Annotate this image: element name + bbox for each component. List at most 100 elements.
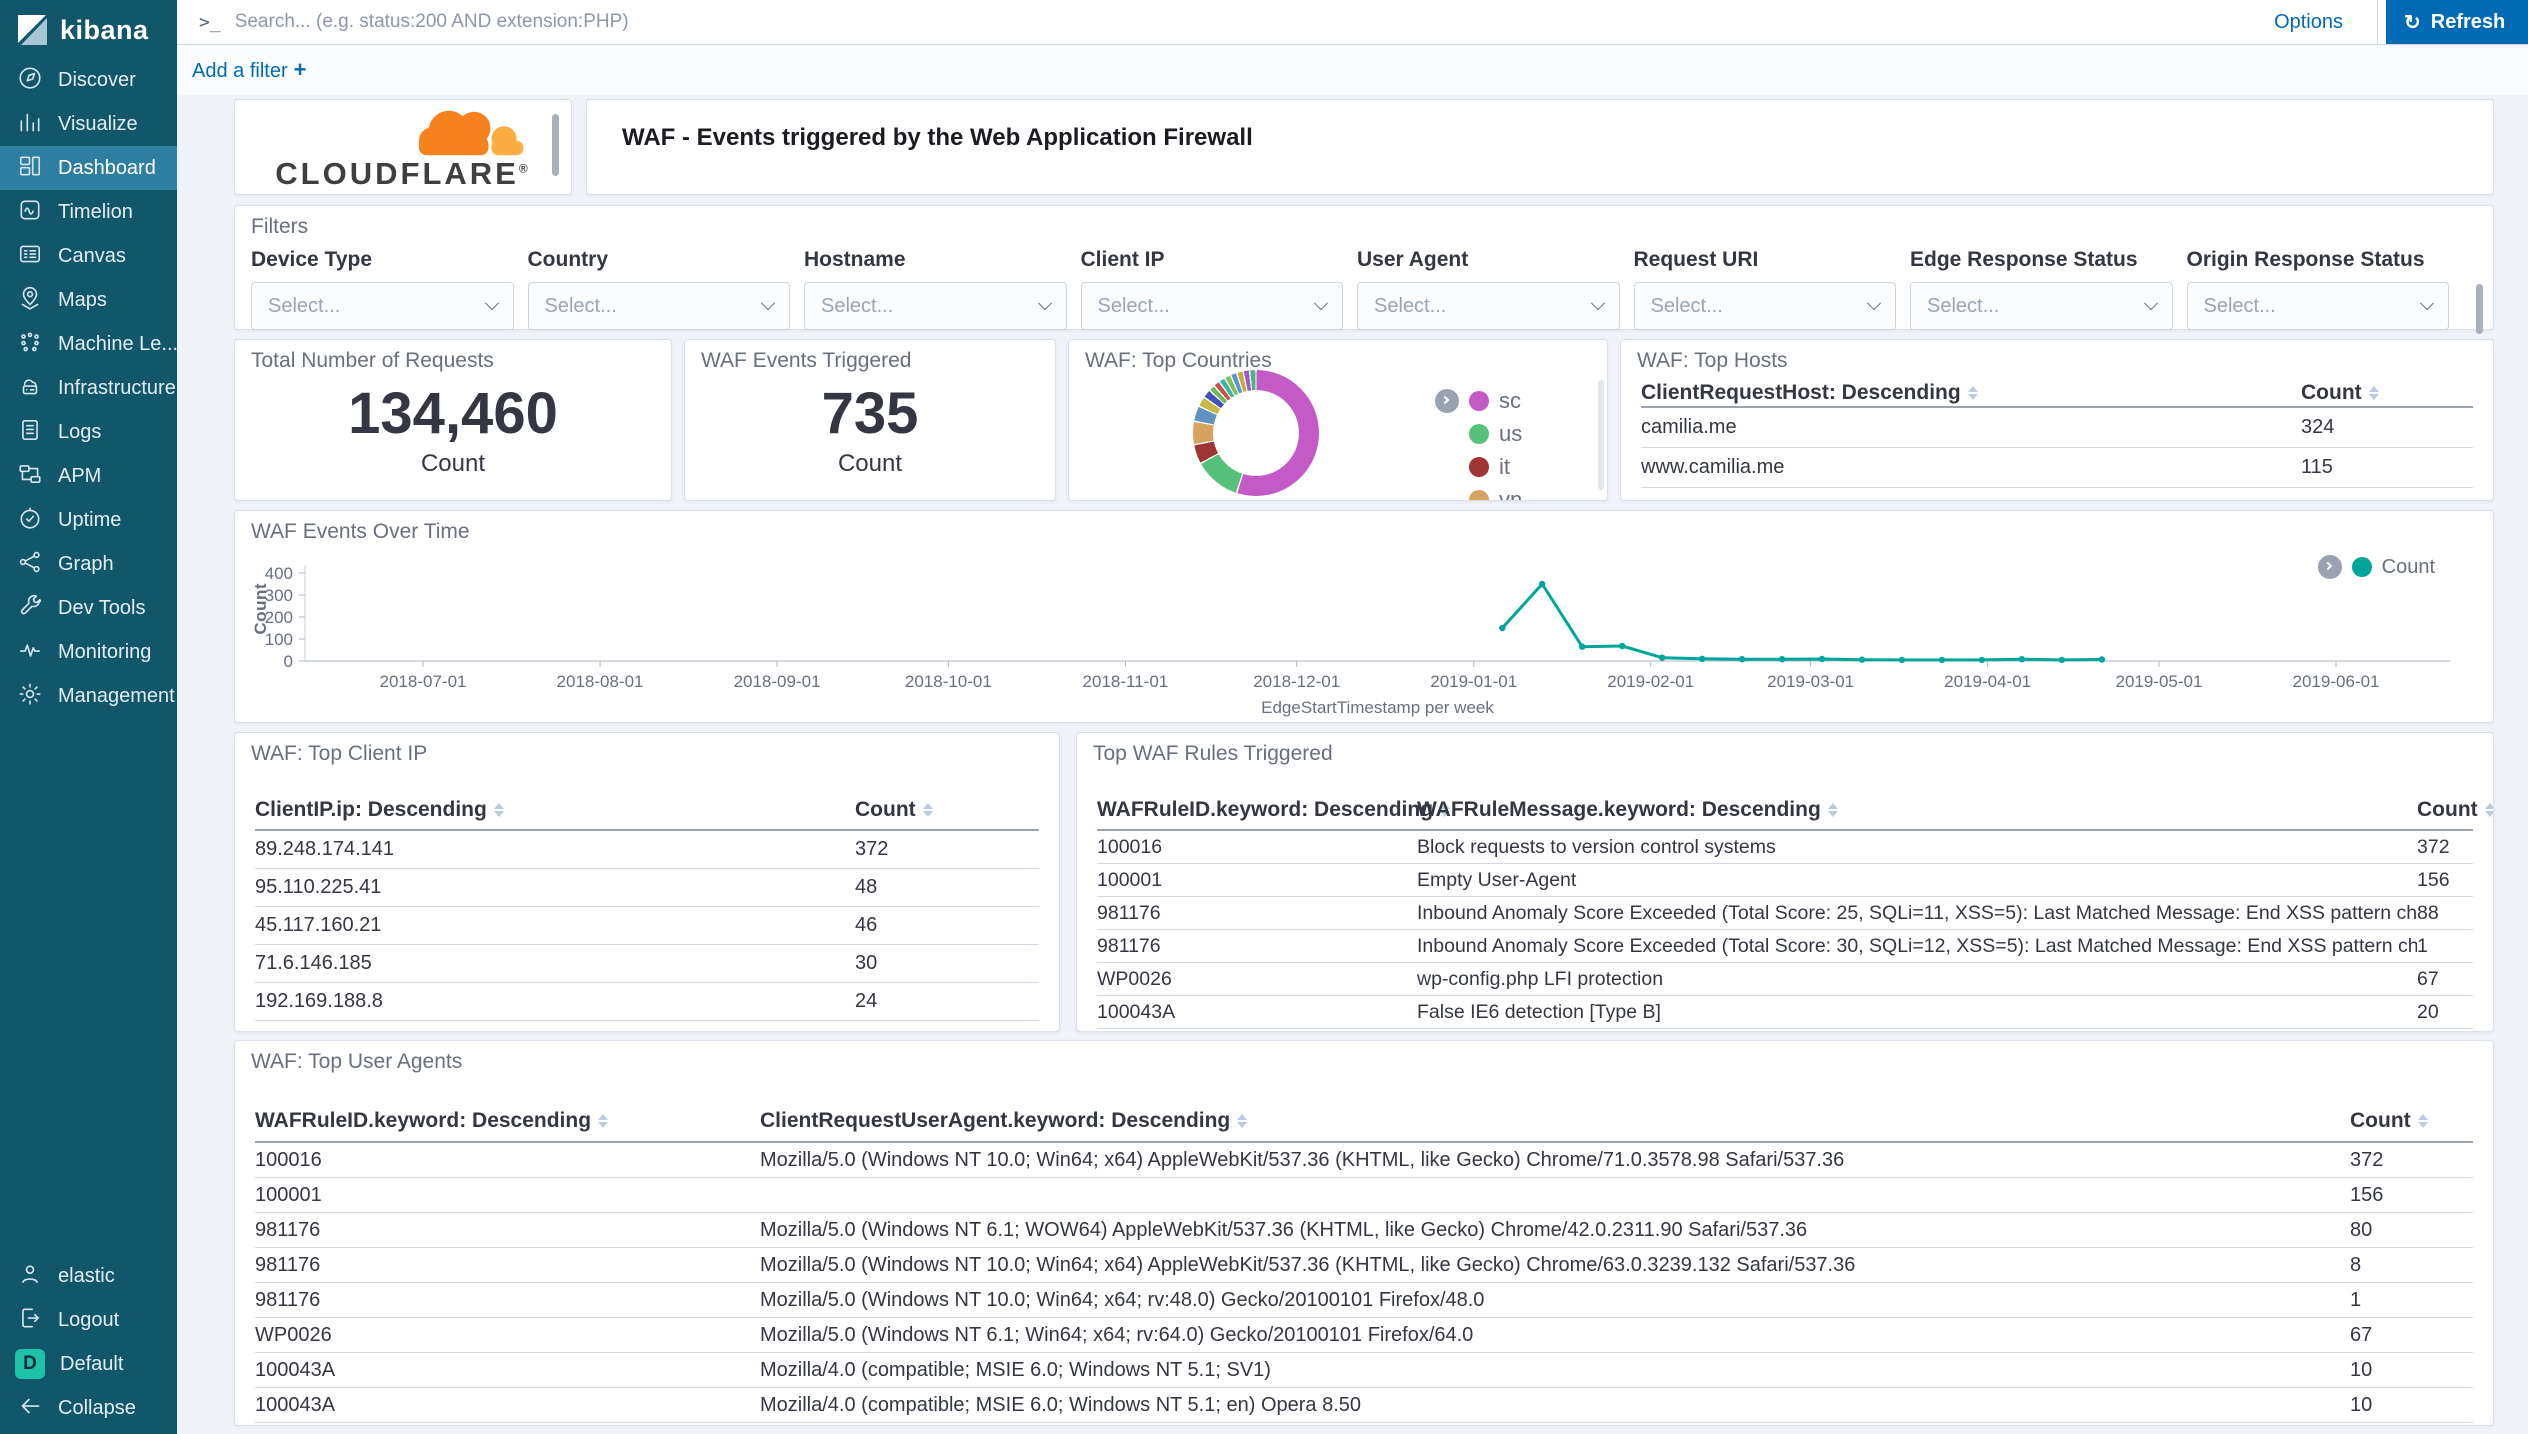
table-cell: 115 bbox=[2301, 456, 2473, 479]
options-button[interactable]: Options bbox=[2240, 0, 2377, 44]
sidebar-item-dev-tools[interactable]: Dev Tools bbox=[0, 586, 177, 630]
legend-item-vn[interactable]: vn bbox=[1435, 483, 1522, 501]
sidebar-item-discover[interactable]: Discover bbox=[0, 58, 177, 102]
svg-text:100: 100 bbox=[265, 630, 293, 649]
filter-label: User Agent bbox=[1357, 248, 1620, 272]
table-row: www.camilia.me115 bbox=[1641, 448, 2473, 488]
legend-item-sc[interactable]: sc bbox=[1435, 384, 1522, 417]
sidebar-item-logs[interactable]: Logs bbox=[0, 410, 177, 454]
column-header-clientip-ip-descending[interactable]: ClientIP.ip: Descending bbox=[255, 798, 855, 822]
legend-toggle-icon[interactable] bbox=[1435, 389, 1459, 413]
table-header: WAFRuleID.keyword: DescendingWAFRuleMess… bbox=[1097, 791, 2473, 831]
kibana-logo-text: kibana bbox=[60, 15, 149, 46]
chevron-down-icon bbox=[484, 296, 498, 310]
sidebar-item-machine-le[interactable]: Machine Le... bbox=[0, 322, 177, 366]
column-header-clientrequesthost-descending[interactable]: ClientRequestHost: Descending bbox=[1641, 381, 2301, 405]
sidebar-item-graph[interactable]: Graph bbox=[0, 542, 177, 586]
filter-select-user-agent[interactable]: Select... bbox=[1357, 282, 1620, 330]
sidebar-item-canvas[interactable]: Canvas bbox=[0, 234, 177, 278]
table-cell: 88 bbox=[2417, 902, 2473, 925]
top-countries-panel: WAF: Top Countries scusitvn bbox=[1068, 339, 1608, 501]
filter-group-edge-response-status: Edge Response Status Select... bbox=[1910, 248, 2173, 330]
table-cell: 156 bbox=[2350, 1184, 2473, 1207]
column-header-wafrulemessage-keyword-descending[interactable]: WAFRuleMessage.keyword: Descending bbox=[1417, 798, 2417, 822]
waf-events-card: WAF Events Triggered 735 Count bbox=[684, 339, 1056, 501]
panel-scrollbar[interactable] bbox=[1598, 380, 1604, 490]
table-cell: 1 bbox=[2417, 935, 2473, 958]
countries-donut-chart[interactable] bbox=[1193, 370, 1319, 496]
gear-icon bbox=[17, 681, 43, 712]
column-header-wafruleid-keyword-descending[interactable]: WAFRuleID.keyword: Descending bbox=[255, 1109, 760, 1133]
dashboard-content: CLOUDFLARE® WAF - Events triggered by th… bbox=[177, 95, 2528, 1434]
table-cell: 100001 bbox=[1097, 869, 1417, 892]
sidebar-item-visualize[interactable]: Visualize bbox=[0, 102, 177, 146]
filter-select-hostname[interactable]: Select... bbox=[804, 282, 1067, 330]
sidebar-item-logout[interactable]: Logout bbox=[0, 1298, 177, 1342]
panel-scrollbar[interactable] bbox=[552, 114, 559, 176]
table-cell: 100016 bbox=[255, 1149, 760, 1172]
table-cell: 8 bbox=[2350, 1254, 2473, 1277]
filter-group-hostname: Hostname Select... bbox=[804, 248, 1067, 330]
filter-select-device-type[interactable]: Select... bbox=[251, 282, 514, 330]
sidebar-item-collapse[interactable]: Collapse bbox=[0, 1386, 177, 1430]
sidebar-item-management[interactable]: Management bbox=[0, 674, 177, 718]
sidebar-item-default[interactable]: DDefault bbox=[0, 1342, 177, 1386]
sidebar-item-maps[interactable]: Maps bbox=[0, 278, 177, 322]
column-header-count[interactable]: Count bbox=[855, 798, 1039, 822]
hosts-table: ClientRequestHost: DescendingCountcamili… bbox=[1641, 380, 2473, 488]
table-cell: 981176 bbox=[255, 1289, 760, 1312]
search-bar[interactable]: >_ bbox=[177, 0, 2240, 44]
column-header-count[interactable]: Count bbox=[2417, 798, 2494, 822]
legend-dot bbox=[1469, 424, 1489, 444]
table-cell: 67 bbox=[2350, 1324, 2473, 1347]
filter-label: Edge Response Status bbox=[1910, 248, 2173, 272]
table-cell: 372 bbox=[2350, 1149, 2473, 1172]
filter-select-country[interactable]: Select... bbox=[528, 282, 791, 330]
refresh-button[interactable]: ↻ Refresh bbox=[2386, 0, 2528, 44]
metric-value: 134,460 bbox=[235, 382, 671, 446]
table-cell: Inbound Anomaly Score Exceeded (Total Sc… bbox=[1417, 935, 2417, 958]
sidebar-item-label: Dashboard bbox=[58, 157, 156, 180]
chart-legend[interactable]: Count bbox=[2318, 555, 2435, 579]
column-header-wafruleid-keyword-descending[interactable]: WAFRuleID.keyword: Descending bbox=[1097, 798, 1417, 822]
table-row: 981176Mozilla/5.0 (Windows NT 10.0; Win6… bbox=[255, 1248, 2473, 1283]
table-cell: 100043A bbox=[1097, 1001, 1417, 1024]
filter-select-edge-response-status[interactable]: Select... bbox=[1910, 282, 2173, 330]
filter-select-origin-response-status[interactable]: Select... bbox=[2187, 282, 2450, 330]
user-icon bbox=[17, 1261, 43, 1292]
legend-item-it[interactable]: it bbox=[1435, 450, 1522, 483]
kibana-logo[interactable]: kibana bbox=[0, 0, 177, 58]
column-header-count[interactable]: Count bbox=[2301, 381, 2473, 405]
filter-select-client-ip[interactable]: Select... bbox=[1081, 282, 1344, 330]
filter-label: Client IP bbox=[1081, 248, 1344, 272]
sidebar-item-elastic[interactable]: elastic bbox=[0, 1254, 177, 1298]
top-user-agents-panel: WAF: Top User Agents WAFRuleID.keyword: … bbox=[234, 1040, 2494, 1426]
sidebar-item-label: Timelion bbox=[58, 201, 133, 224]
refresh-icon: ↻ bbox=[2404, 10, 2421, 35]
sidebar-item-label: Default bbox=[60, 1353, 123, 1376]
sidebar-item-apm[interactable]: APM bbox=[0, 454, 177, 498]
sidebar-item-monitoring[interactable]: Monitoring bbox=[0, 630, 177, 674]
monitoring-icon bbox=[17, 637, 43, 668]
filter-select-request-uri[interactable]: Select... bbox=[1634, 282, 1897, 330]
panel-scrollbar[interactable] bbox=[2476, 284, 2483, 334]
filter-label: Device Type bbox=[251, 248, 514, 272]
sidebar-item-dashboard[interactable]: Dashboard bbox=[0, 146, 177, 190]
table-cell: 24 bbox=[855, 990, 1039, 1013]
add-filter-button[interactable]: Add a filter+ bbox=[192, 57, 306, 83]
dashboard-title: WAF - Events triggered by the Web Applic… bbox=[622, 124, 1253, 152]
column-header-count[interactable]: Count bbox=[2350, 1109, 2473, 1133]
sidebar-item-uptime[interactable]: Uptime bbox=[0, 498, 177, 542]
search-input[interactable] bbox=[235, 11, 2240, 33]
sidebar-item-infrastructure[interactable]: Infrastructure bbox=[0, 366, 177, 410]
legend-item-us[interactable]: us bbox=[1435, 417, 1522, 450]
table-cell: 192.169.188.8 bbox=[255, 990, 855, 1013]
events-over-time-panel: WAF Events Over Time Count 0100200300400… bbox=[234, 510, 2494, 723]
sidebar-item-timelion[interactable]: Timelion bbox=[0, 190, 177, 234]
events-line-chart[interactable]: 01002003004002018-07-012018-08-012018-09… bbox=[235, 511, 2493, 722]
sidebar-item-label: Monitoring bbox=[58, 641, 151, 664]
column-header-clientrequestuseragent-keyword-descending[interactable]: ClientRequestUserAgent.keyword: Descendi… bbox=[760, 1109, 2350, 1133]
waf-rules-table: WAFRuleID.keyword: DescendingWAFRuleMess… bbox=[1097, 791, 2473, 1029]
table-cell: 10 bbox=[2350, 1359, 2473, 1382]
legend-toggle-icon[interactable] bbox=[2318, 555, 2342, 579]
